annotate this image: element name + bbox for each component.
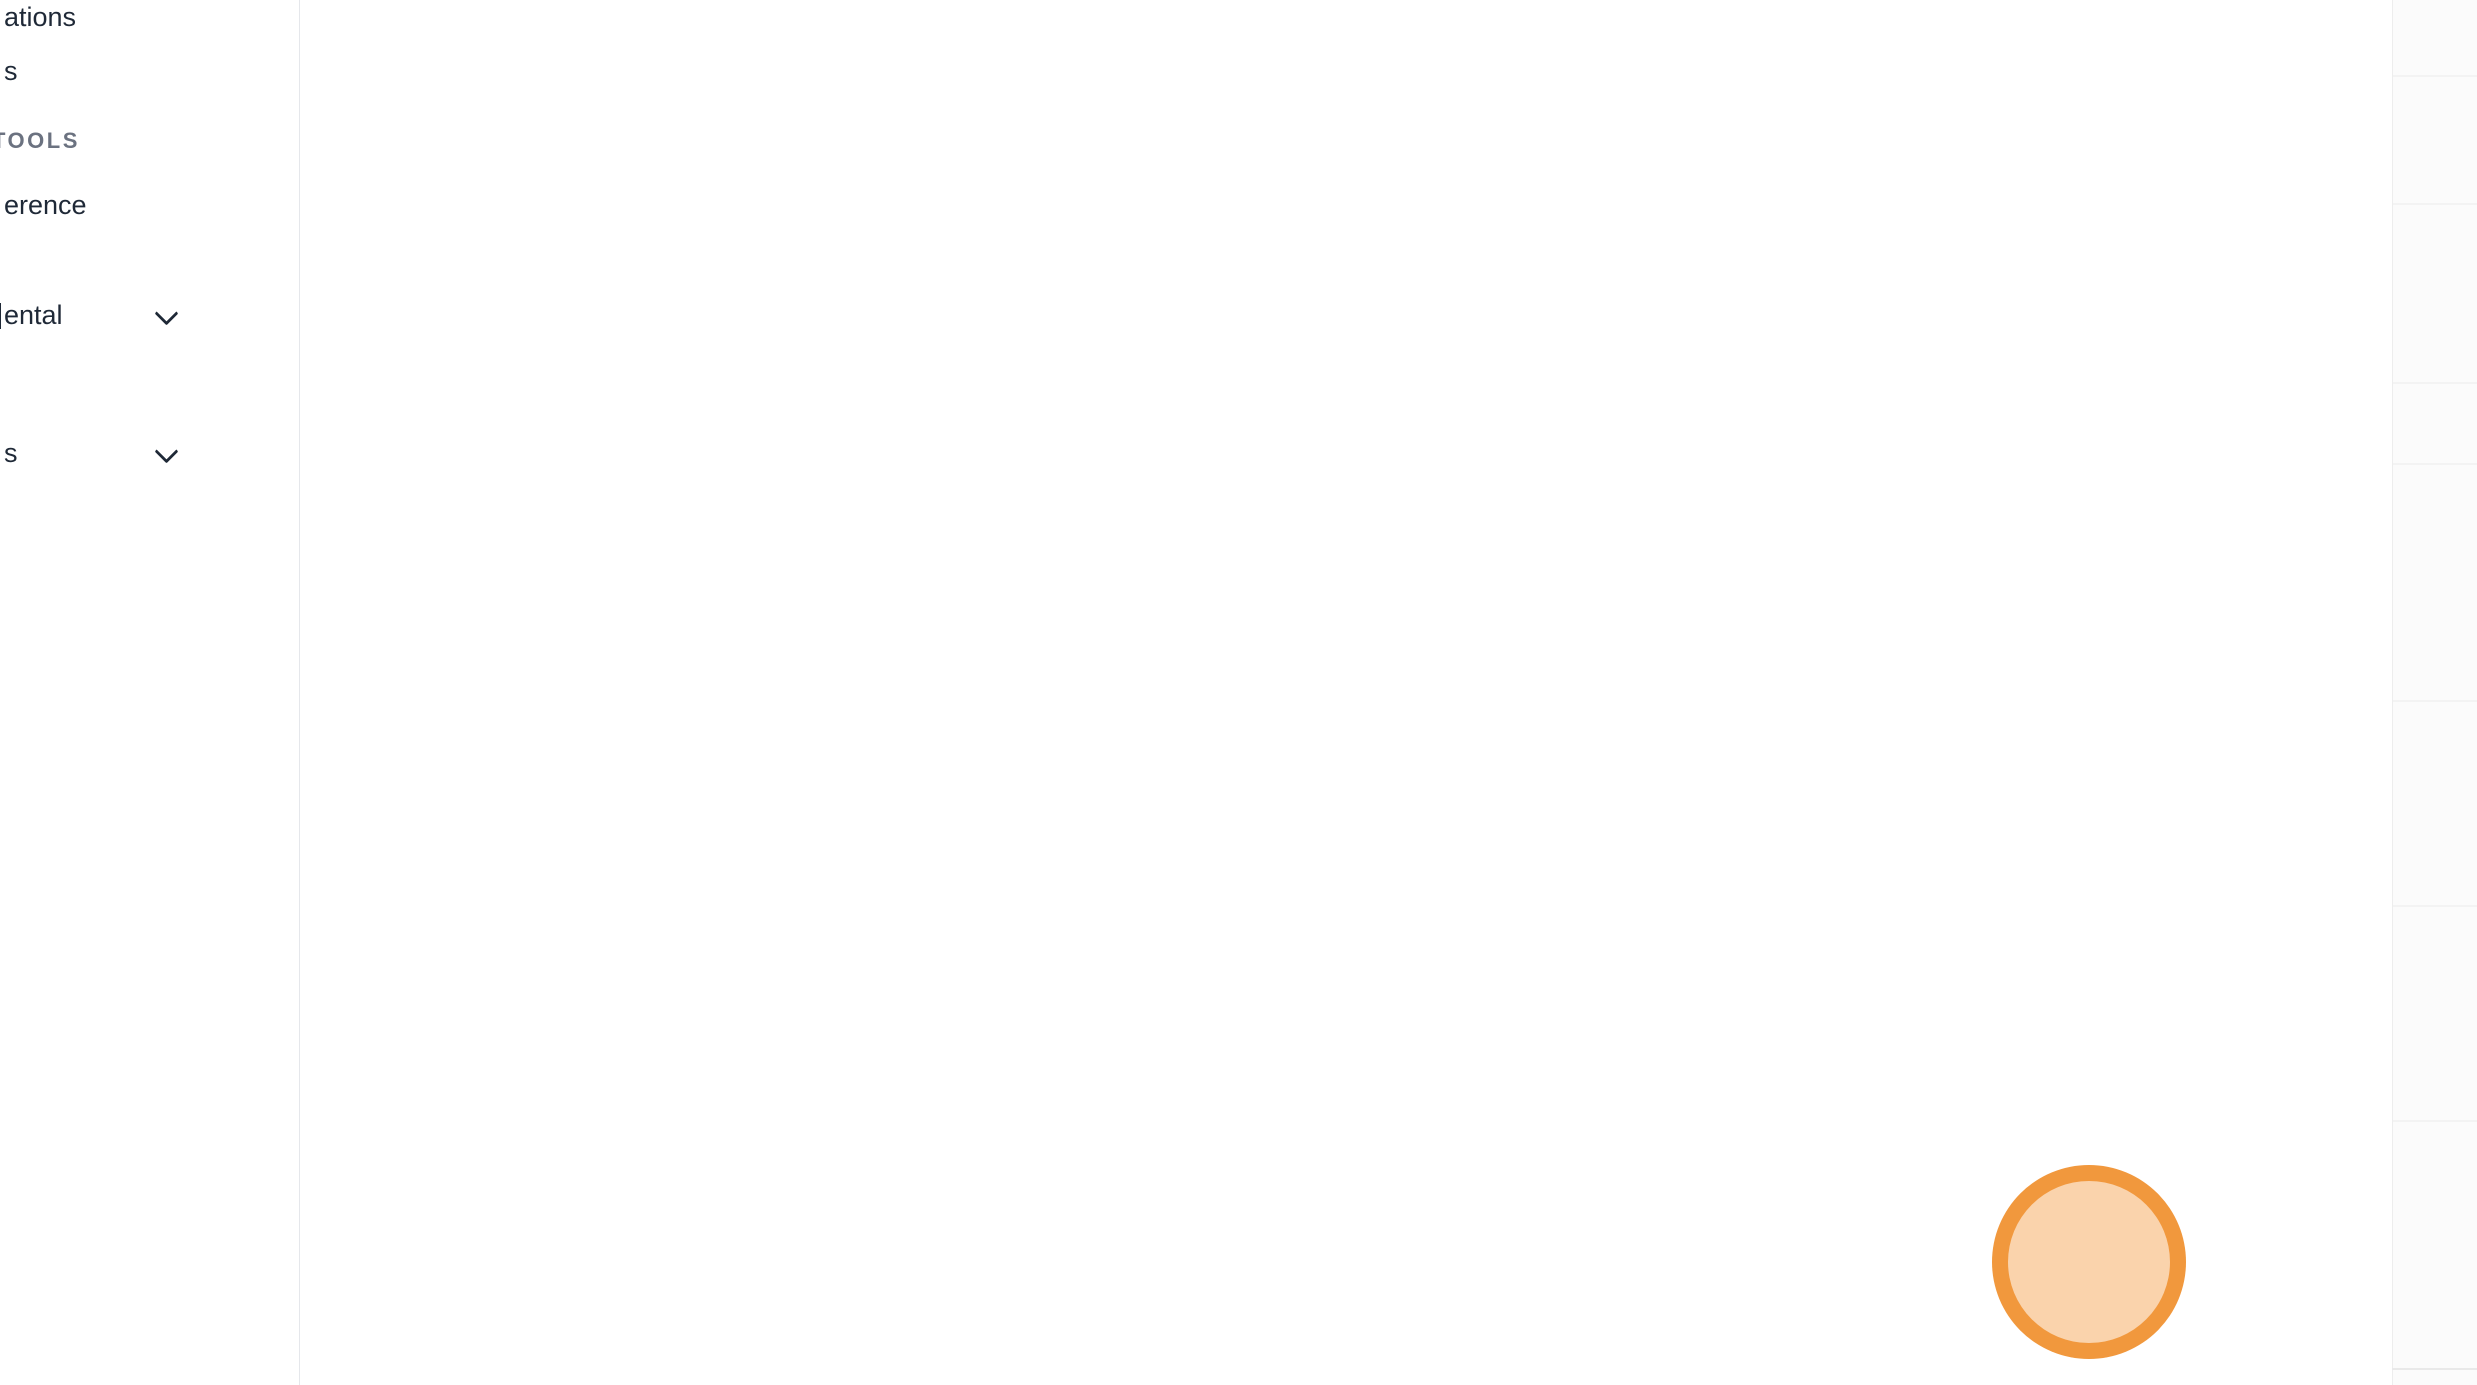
sidebar-item-label: ental <box>4 300 63 330</box>
sidebar: ations s TOOLS erence ental s <box>0 0 300 1385</box>
sidebar-item-label: ations <box>4 2 76 32</box>
sidebar-item-logs[interactable]: s <box>4 56 18 87</box>
page-background-strip <box>2392 0 2477 1385</box>
add-model-form <box>300 0 2392 1385</box>
chevron-down-icon[interactable] <box>154 301 178 325</box>
sidebar-item-experimental[interactable]: ental <box>4 300 63 331</box>
sidebar-item-settings[interactable]: s <box>4 438 18 469</box>
chevron-down-icon[interactable] <box>154 439 178 463</box>
sidebar-item-label: s <box>4 56 18 86</box>
sidebar-item-label: s <box>4 438 18 468</box>
sidebar-section-tools: TOOLS <box>0 128 80 154</box>
cut-letter-stroke <box>0 303 1 329</box>
sidebar-item-label: erence <box>4 190 87 220</box>
sidebar-item-organizations[interactable]: ations <box>4 2 76 33</box>
sidebar-item-inference[interactable]: erence <box>4 190 87 221</box>
